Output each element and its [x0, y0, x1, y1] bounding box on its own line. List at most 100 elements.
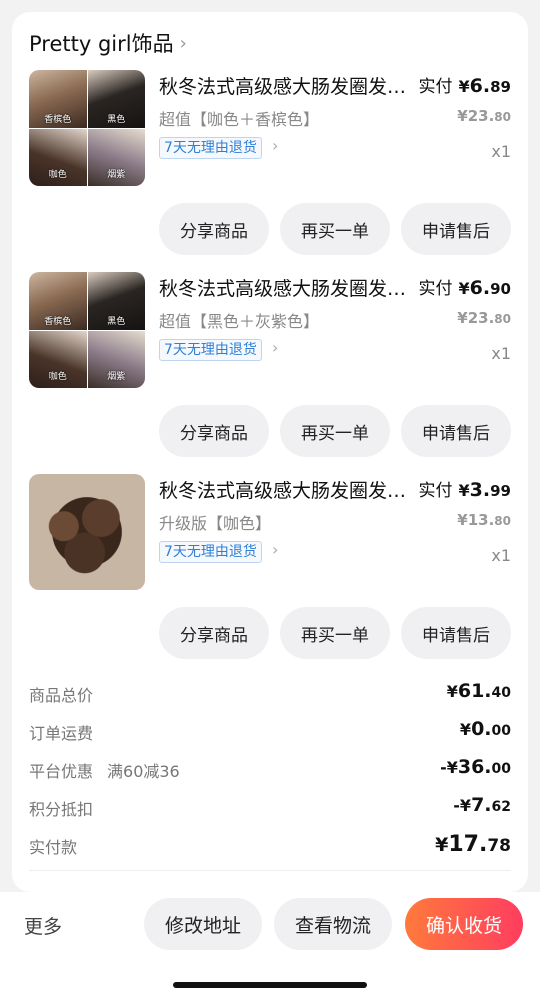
currency-symbol: ¥: [446, 682, 458, 701]
points-label: 积分抵扣: [29, 800, 94, 819]
return-policy-tag[interactable]: 7天无理由退货: [159, 541, 262, 563]
buy-again-button[interactable]: 再买一单: [280, 203, 390, 255]
summary-row-subtotal: 商品总价 ¥61.40: [29, 676, 511, 714]
product-title[interactable]: 秋冬法式高级感大肠发圈发饰高颅顶发圈头饰: [159, 274, 409, 301]
share-product-button[interactable]: 分享商品: [159, 203, 269, 255]
quantity: x1: [491, 344, 511, 363]
chevron-right-icon[interactable]: ›: [272, 136, 278, 155]
value-dec: 62: [491, 799, 511, 815]
summary-row-points: 积分抵扣 -¥7.62: [29, 790, 511, 828]
price-int: 3.: [469, 479, 491, 501]
value-int: 17.: [448, 832, 488, 857]
paid-price: 实付 ¥3.99: [419, 476, 511, 501]
summary-row-shipping: 订单运费 ¥0.00: [29, 714, 511, 752]
thumb-label: 香槟色: [44, 115, 72, 125]
orig-dec: 80: [494, 110, 511, 124]
discount-value: -¥36.00: [440, 756, 511, 778]
total-label: 实付款: [29, 838, 78, 857]
discount-rule: 满60减36: [107, 762, 180, 781]
points-value: -¥7.62: [453, 794, 511, 816]
paid-label: 实付: [418, 77, 453, 97]
shipping-value: ¥0.00: [460, 718, 511, 740]
buy-again-button[interactable]: 再买一单: [280, 405, 390, 457]
price-int: 6.: [469, 277, 491, 299]
home-indicator: [173, 982, 367, 988]
price-int: 6.: [469, 75, 491, 97]
order-card: Pretty girl饰品 › 香槟色 黑色 咖色 烟紫 秋冬法式高级感大肠发圈…: [12, 12, 528, 892]
product-title[interactable]: 秋冬法式高级感大肠发圈发饰高颅顶发圈头饰: [159, 476, 409, 503]
value-dec: 40: [491, 685, 511, 701]
order-item: 香槟色 黑色 咖色 烟紫 秋冬法式高级感大肠发圈发饰高颅顶发圈头饰 超值【黑色＋…: [29, 272, 511, 472]
item-actions: 分享商品 再买一单 申请售后: [159, 203, 511, 255]
product-variant: 升级版【咖色】: [159, 514, 272, 533]
quantity: x1: [491, 142, 511, 161]
product-thumbnail[interactable]: [29, 474, 145, 590]
value-int: 36.: [457, 756, 492, 778]
product-thumbnail[interactable]: 香槟色 黑色 咖色 烟紫: [29, 272, 145, 388]
item-actions: 分享商品 再买一单 申请售后: [159, 607, 511, 659]
product-variant: 超值【黑色＋灰紫色】: [159, 312, 320, 331]
discount-title: 平台优惠: [29, 762, 94, 781]
currency-symbol: -¥: [440, 758, 458, 777]
view-logistics-button[interactable]: 查看物流: [274, 898, 392, 950]
currency-symbol: ¥: [458, 481, 470, 500]
chevron-right-icon[interactable]: ›: [272, 338, 278, 357]
thumb-label: 黑色: [107, 115, 126, 125]
share-product-button[interactable]: 分享商品: [159, 405, 269, 457]
value-dec: 00: [491, 723, 511, 739]
price-dec: 90: [490, 280, 511, 298]
shop-header[interactable]: Pretty girl饰品 ›: [29, 28, 187, 58]
discount-label: 平台优惠 满60减36: [29, 758, 180, 782]
more-button[interactable]: 更多: [24, 912, 62, 939]
change-address-button[interactable]: 修改地址: [144, 898, 262, 950]
buy-again-button[interactable]: 再买一单: [280, 607, 390, 659]
orig-int: ¥23.: [457, 309, 495, 327]
thumb-label: 烟紫: [107, 170, 126, 180]
value-int: 7.: [471, 794, 492, 816]
paid-label: 实付: [418, 481, 453, 501]
thumb-label: 咖色: [48, 372, 67, 382]
after-sales-button[interactable]: 申请售后: [401, 607, 511, 659]
currency-symbol: -¥: [453, 796, 472, 815]
price-summary: 商品总价 ¥61.40 订单运费 ¥0.00 平台优惠 满60减36 -¥36.0…: [29, 676, 511, 866]
value-dec: 78: [487, 836, 511, 856]
orig-int: ¥23.: [457, 107, 495, 125]
divider: [29, 870, 511, 871]
currency-symbol: ¥: [458, 77, 470, 96]
product-thumbnail[interactable]: 香槟色 黑色 咖色 烟紫: [29, 70, 145, 186]
subtotal-label: 商品总价: [29, 686, 94, 705]
order-item: 秋冬法式高级感大肠发圈发饰高颅顶发圈头饰 升级版【咖色】 7天无理由退货 › 实…: [29, 474, 511, 674]
summary-row-total: 实付款 ¥17.78: [29, 828, 511, 866]
chevron-right-icon[interactable]: ›: [180, 33, 187, 54]
product-variant: 超值【咖色＋香槟色】: [159, 110, 320, 129]
price-dec: 89: [490, 78, 511, 96]
after-sales-button[interactable]: 申请售后: [401, 203, 511, 255]
scrunchie-image: [29, 474, 145, 590]
paid-price: 实付 ¥6.89: [419, 72, 511, 97]
currency-symbol: ¥: [458, 279, 470, 298]
currency-symbol: ¥: [435, 834, 449, 856]
return-policy-tag[interactable]: 7天无理由退货: [159, 137, 262, 159]
thumb-label: 咖色: [48, 170, 67, 180]
value-dec: 00: [491, 761, 511, 777]
shop-name[interactable]: Pretty girl饰品: [29, 28, 174, 58]
confirm-receipt-button[interactable]: 确认收货: [405, 898, 523, 950]
item-actions: 分享商品 再买一单 申请售后: [159, 405, 511, 457]
summary-row-discount: 平台优惠 满60减36 -¥36.00: [29, 752, 511, 790]
value-int: 0.: [471, 718, 492, 740]
subtotal-value: ¥61.40: [447, 680, 511, 702]
return-policy-tag[interactable]: 7天无理由退货: [159, 339, 262, 361]
original-price: ¥23.80: [457, 107, 511, 125]
share-product-button[interactable]: 分享商品: [159, 607, 269, 659]
currency-symbol: ¥: [459, 720, 472, 739]
product-title[interactable]: 秋冬法式高级感大肠发圈发饰高颅顶发圈头饰: [159, 72, 409, 99]
chevron-right-icon[interactable]: ›: [272, 540, 278, 559]
total-value: ¥17.78: [435, 832, 511, 857]
original-price: ¥23.80: [457, 309, 511, 327]
orig-dec: 80: [494, 514, 511, 528]
thumb-label: 香槟色: [44, 317, 72, 327]
orig-dec: 80: [494, 312, 511, 326]
thumb-label: 黑色: [107, 317, 126, 327]
after-sales-button[interactable]: 申请售后: [401, 405, 511, 457]
value-int: 61.: [457, 680, 492, 702]
